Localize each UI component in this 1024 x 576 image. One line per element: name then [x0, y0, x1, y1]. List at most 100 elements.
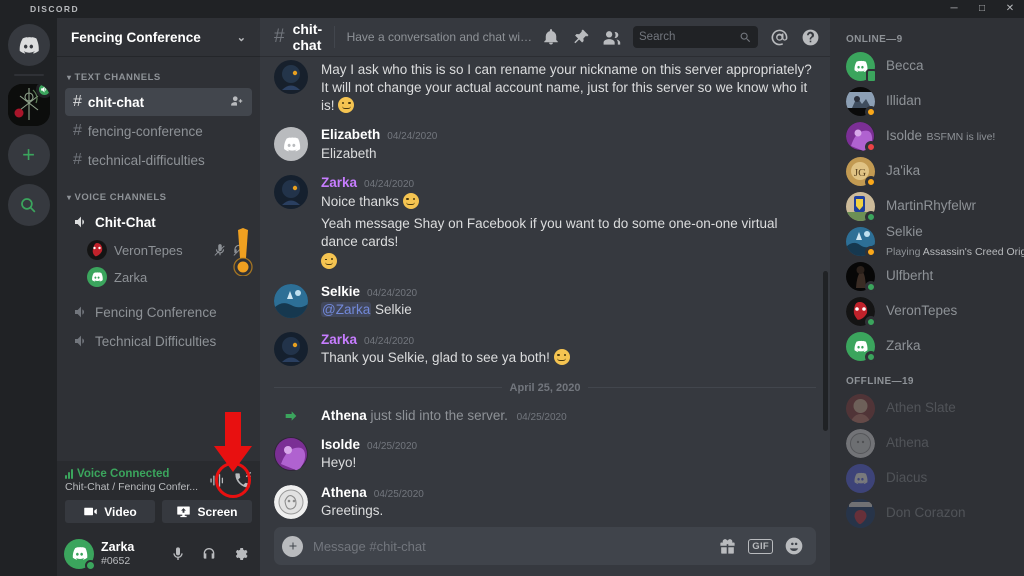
screen-share-button[interactable]: Screen	[162, 500, 252, 523]
message-row: Isolde 04/25/2020 Heyo!	[260, 436, 830, 472]
user-settings-button[interactable]	[227, 541, 253, 567]
emoji-icon[interactable]	[784, 536, 804, 556]
gif-button[interactable]: GIF	[748, 538, 773, 554]
message-author[interactable]: Elizabeth	[321, 127, 380, 143]
avatar	[846, 429, 875, 458]
member-row[interactable]: Selkie Playing Assassin's Creed Origi...	[830, 224, 1024, 259]
member-row[interactable]: JG Ja'ika	[830, 154, 1024, 189]
avatar[interactable]	[274, 60, 308, 94]
status-badge	[85, 559, 96, 571]
avatar[interactable]	[274, 436, 308, 471]
message-input-placeholder[interactable]: Message #chit-chat	[313, 539, 708, 554]
voice-status-label: Voice Connected	[77, 468, 170, 480]
voice-channel-technical-difficulties[interactable]: Technical Difficulties	[65, 327, 252, 355]
member-row[interactable]: Ulfberht	[830, 259, 1024, 294]
member-name: Ja'ika	[886, 163, 921, 179]
svg-text:JG: JG	[854, 167, 866, 179]
message-text: Heyo!	[321, 455, 357, 471]
member-row[interactable]: MartinRhyfelwr	[830, 189, 1024, 224]
gift-icon[interactable]	[718, 537, 737, 556]
message-author[interactable]: Zarka	[321, 332, 357, 348]
member-name: Selkie	[886, 224, 923, 240]
search-input[interactable]: Search	[633, 26, 758, 48]
voice-channel-fencing-conference[interactable]: Fencing Conference	[65, 298, 252, 326]
member-row[interactable]: Becca	[830, 49, 1024, 84]
voice-participant-verontepes[interactable]: VeronTepes	[81, 237, 252, 263]
message-timestamp: 04/24/2020	[387, 131, 438, 143]
channel-fencing-conference[interactable]: # fencing-conference	[65, 117, 252, 145]
avatar[interactable]	[274, 175, 308, 210]
voice-channel-chit-chat[interactable]: Chit-Chat	[65, 208, 252, 236]
avatar[interactable]	[274, 484, 308, 519]
add-attachment-button[interactable]	[282, 535, 303, 557]
message-timestamp: 04/24/2020	[367, 287, 418, 299]
video-button-label: Video	[104, 504, 137, 519]
participant-name: VeronTepes	[114, 242, 183, 258]
minimize-button[interactable]: ─	[940, 0, 968, 18]
message-timestamp: 04/25/2020	[373, 488, 424, 500]
avatar[interactable]	[274, 283, 308, 318]
member-row[interactable]: Don Corazon	[830, 496, 1024, 531]
message-author[interactable]: Selkie	[321, 284, 360, 300]
server-icon-fencing-conference[interactable]	[7, 84, 50, 126]
member-row[interactable]: Illidan	[830, 84, 1024, 119]
channel-technical-difficulties[interactable]: # technical-difficulties	[65, 146, 252, 174]
message-emoji-line	[321, 253, 818, 271]
message-row: May I ask who this is so I can rename yo…	[260, 60, 830, 114]
channel-list: ▾ TEXT CHANNELS # chit-chat # fencing-co…	[57, 56, 260, 461]
maximize-button[interactable]: □	[968, 0, 996, 18]
member-activity: BSFMN is live!	[926, 131, 996, 144]
add-server-button[interactable]: +	[7, 134, 50, 176]
member-row[interactable]: Athen Slate	[830, 391, 1024, 426]
member-row[interactable]: Isolde BSFMN is live!	[830, 119, 1024, 154]
close-button[interactable]: ✕	[996, 0, 1024, 18]
create-invite-icon[interactable]	[230, 94, 244, 111]
notification-bell-icon[interactable]	[542, 28, 560, 46]
category-label: TEXT CHANNELS	[74, 71, 161, 83]
deafen-button[interactable]	[196, 541, 222, 567]
category-text-channels[interactable]: ▾ TEXT CHANNELS	[57, 68, 260, 86]
channel-label: Chit-Chat	[95, 214, 156, 230]
message-author[interactable]: Zarka	[321, 175, 357, 191]
guild-header[interactable]: Fencing Conference ⌄	[57, 18, 260, 56]
headphones-icon	[203, 547, 215, 559]
message-row: Zarka 04/24/2020 Thank you Selkie, glad …	[260, 331, 830, 367]
message-author[interactable]: Isolde	[321, 437, 360, 453]
avatar[interactable]	[274, 127, 308, 162]
member-row[interactable]: Zarka	[830, 329, 1024, 364]
plus-icon	[289, 542, 296, 550]
message-composer: Message #chit-chat GIF	[260, 527, 830, 576]
home-button[interactable]	[7, 24, 50, 66]
member-row[interactable]: Athena	[830, 426, 1024, 461]
video-button[interactable]: Video	[65, 500, 155, 523]
channel-chit-chat[interactable]: # chit-chat	[65, 88, 252, 116]
avatar	[846, 122, 877, 153]
message-scrollbar[interactable]	[823, 96, 828, 477]
category-voice-channels[interactable]: ▾ VOICE CHANNELS	[57, 188, 260, 206]
phone-disconnect-icon[interactable]	[233, 471, 252, 490]
message-author[interactable]: Athena	[321, 485, 367, 501]
message-line: Thank you Selkie, glad to see ya both!	[321, 350, 550, 366]
mute-button[interactable]	[165, 541, 191, 567]
message-row: Athena 04/25/2020 Greetings.	[260, 484, 830, 520]
avatar[interactable]	[274, 331, 308, 366]
member-name: Ulfberht	[886, 268, 934, 284]
chat-area: # chit-chat Have a conversation and chat…	[260, 18, 830, 576]
pin-icon[interactable]	[572, 28, 590, 46]
member-row[interactable]: Diacus	[830, 461, 1024, 496]
soundwave-icon[interactable]	[209, 472, 226, 489]
message-timestamp: 04/24/2020	[364, 335, 415, 347]
help-icon[interactable]	[801, 28, 820, 47]
explore-servers-button[interactable]	[7, 184, 50, 226]
current-user-discriminator: #0652	[101, 554, 131, 567]
voice-participant-zarka[interactable]: Zarka	[81, 264, 252, 290]
mention-chip[interactable]: @Zarka	[321, 302, 372, 318]
members-icon[interactable]	[602, 28, 621, 47]
avatar[interactable]	[64, 538, 96, 571]
status-badge-dnd	[865, 141, 877, 153]
system-message-author[interactable]: Athena	[321, 408, 367, 423]
scrollbar-thumb[interactable]	[823, 271, 828, 432]
mentions-icon[interactable]	[770, 28, 789, 47]
search-placeholder: Search	[639, 31, 676, 43]
member-row[interactable]: VeronTepes	[830, 294, 1024, 329]
